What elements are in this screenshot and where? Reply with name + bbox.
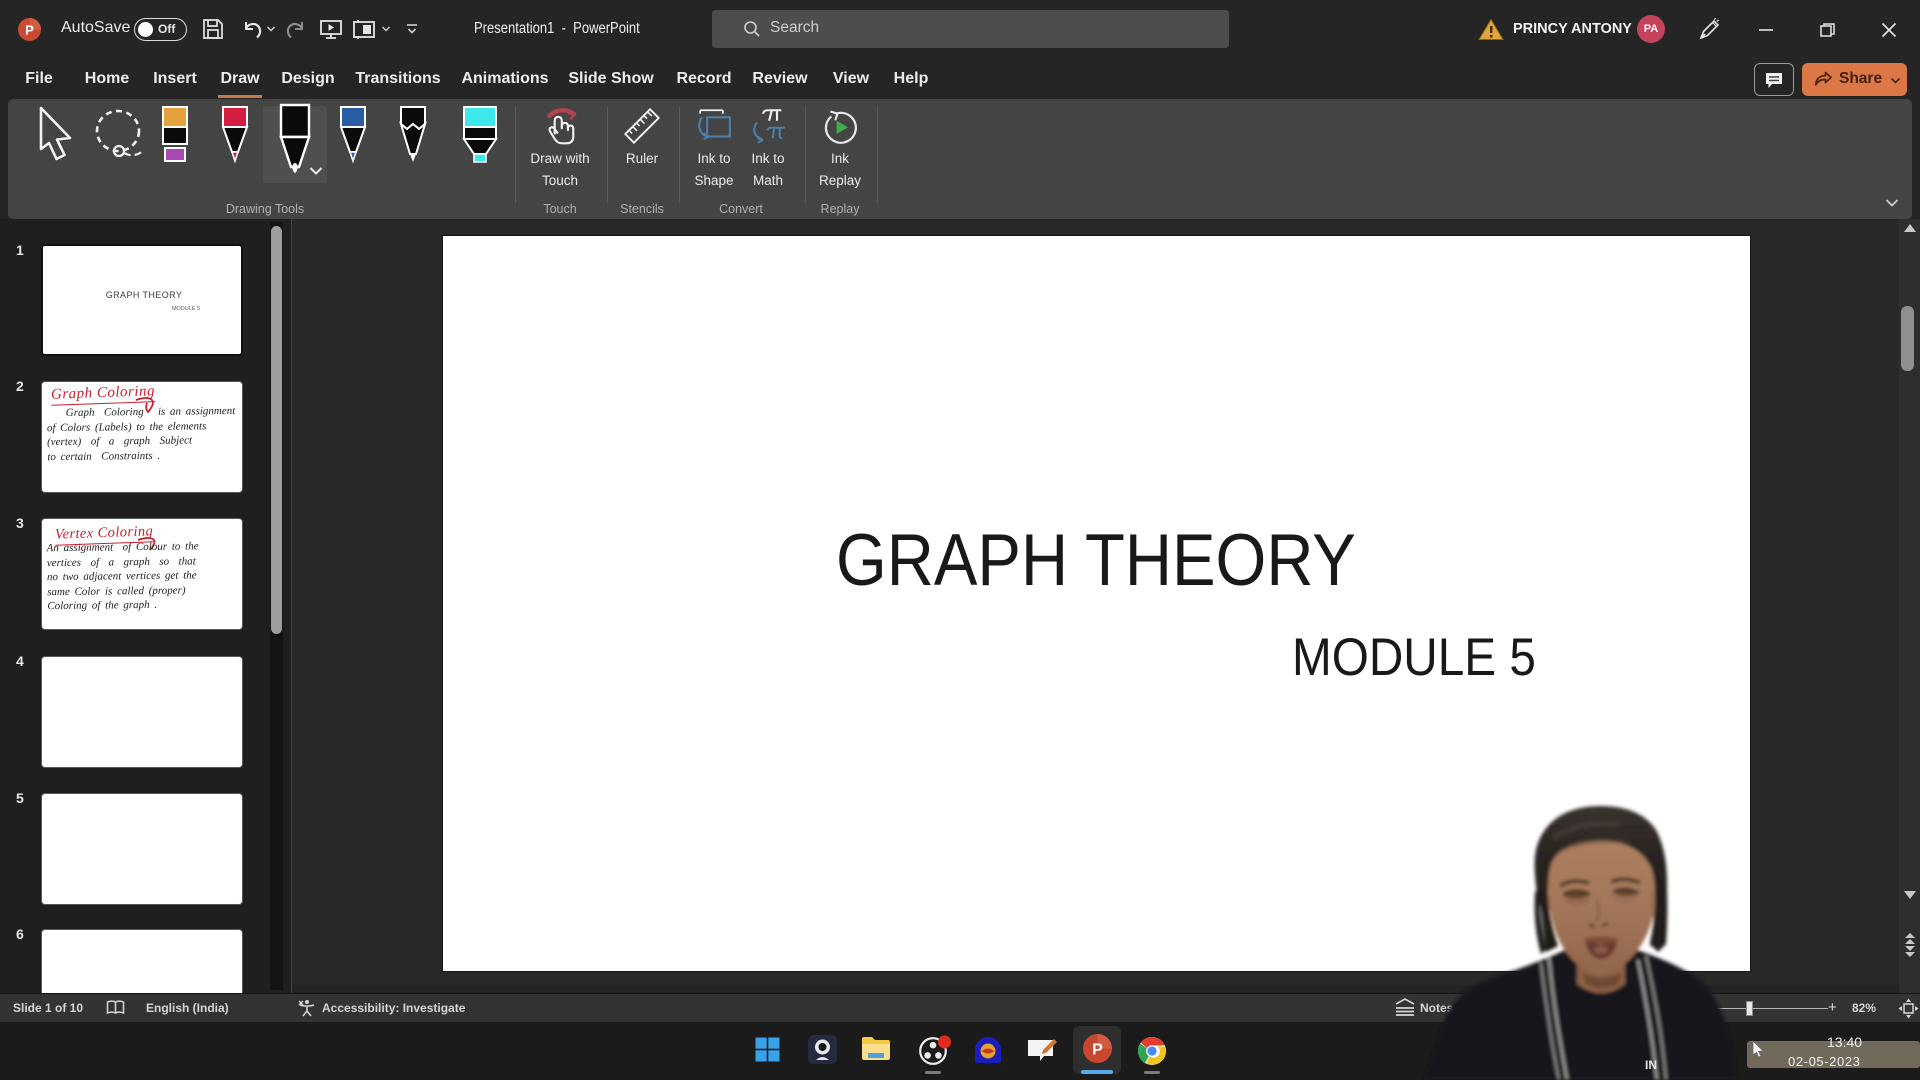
svg-text:P: P [1092, 1042, 1103, 1059]
svg-text:P: P [25, 23, 34, 38]
